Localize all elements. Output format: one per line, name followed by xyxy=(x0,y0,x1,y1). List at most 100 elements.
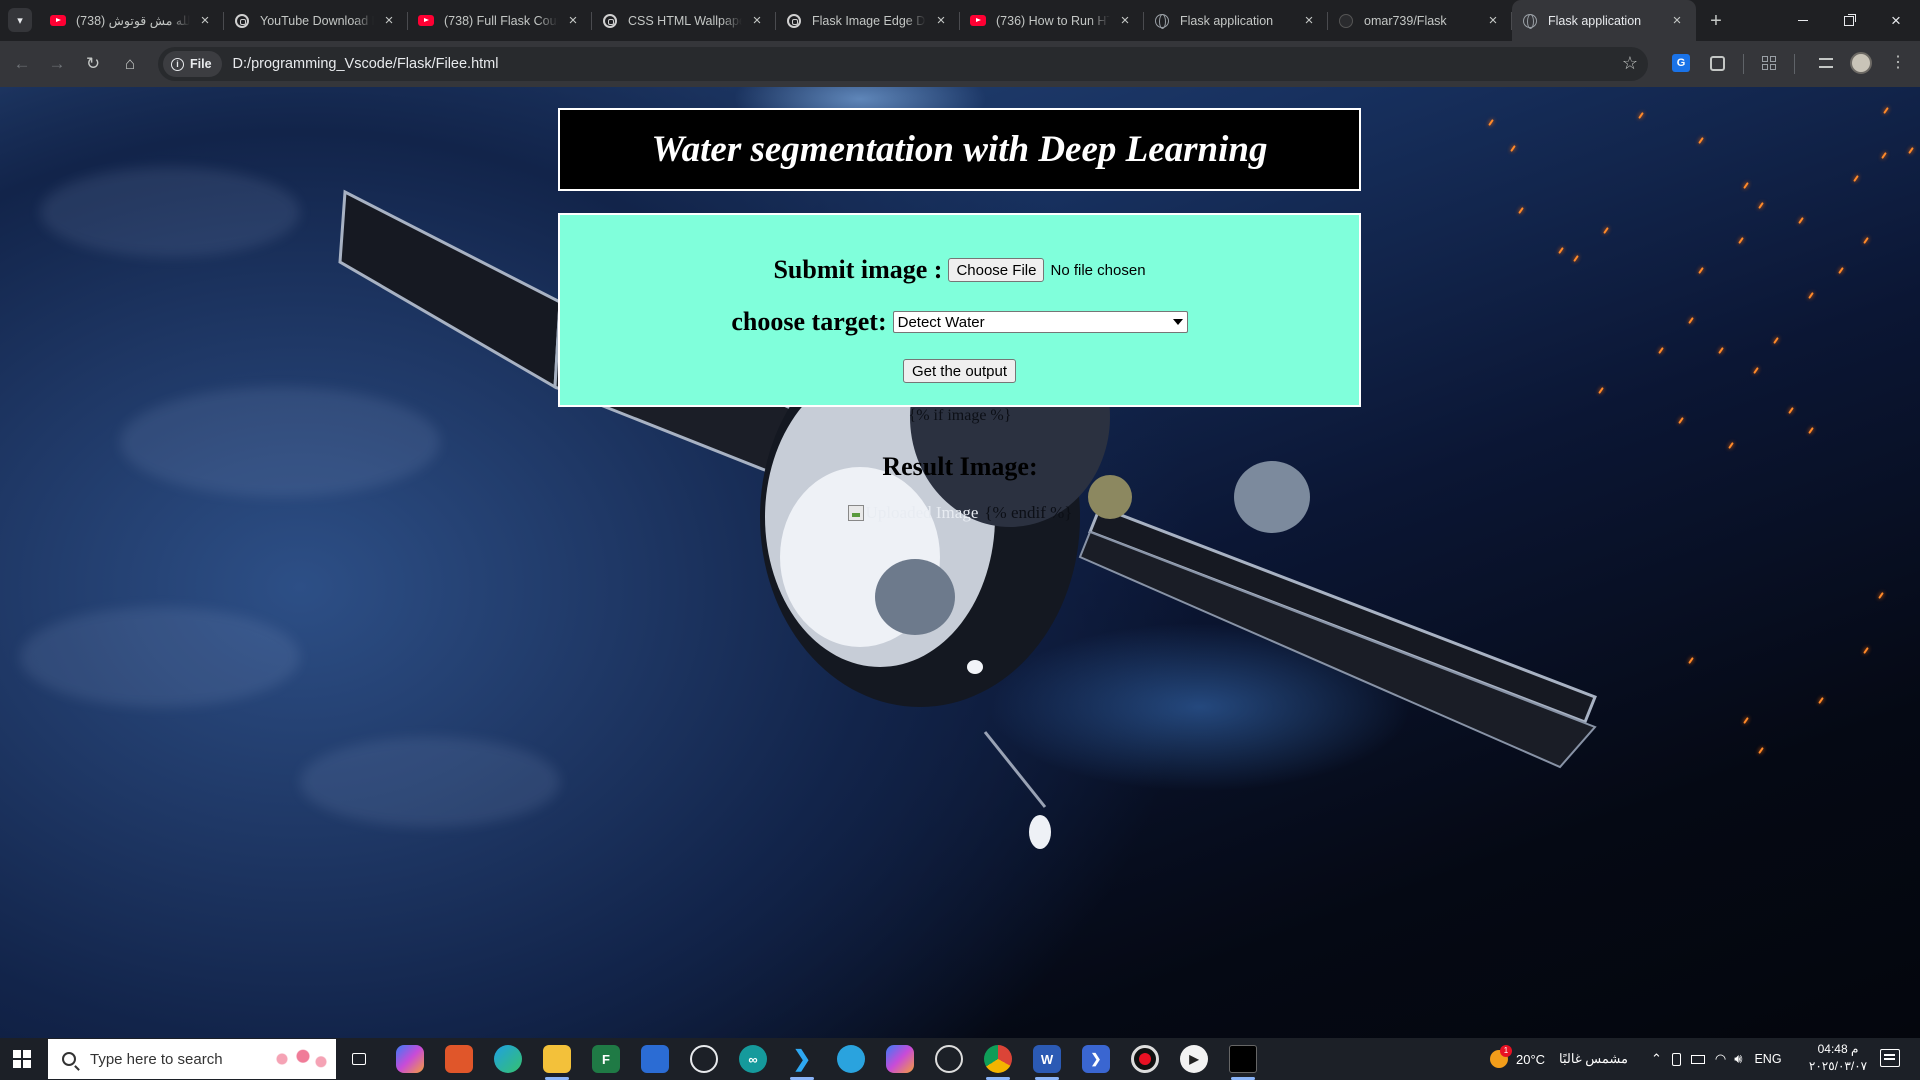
ms-store-widgets-app-icon[interactable] xyxy=(445,1045,473,1073)
tab-title: Flask application xyxy=(1548,13,1642,28)
youtube-icon xyxy=(418,13,434,29)
chatgpt-icon xyxy=(234,13,250,29)
tab-title: (738) Full Flask Course xyxy=(444,13,558,28)
home-button[interactable]: ⌂ xyxy=(115,49,145,79)
copilot-secondary-app-icon[interactable] xyxy=(886,1045,914,1073)
store-app-icon[interactable] xyxy=(641,1045,669,1073)
media-controls-button[interactable] xyxy=(1815,52,1837,74)
browser-tab[interactable]: Flask application × xyxy=(1144,0,1328,41)
tab-close-icon[interactable]: × xyxy=(196,12,214,30)
vscode-app-icon[interactable]: ❯ xyxy=(788,1045,816,1073)
volume-icon[interactable]: 🔊︎ xyxy=(1734,1051,1742,1067)
tab-groups-button[interactable] xyxy=(1758,52,1780,74)
tab-title: Flask application xyxy=(1180,13,1274,28)
tab-search-button[interactable]: ▾ xyxy=(8,8,32,32)
taskbar-search-box[interactable]: Type here to search xyxy=(48,1039,336,1079)
minimize-window-button[interactable] xyxy=(1780,0,1826,41)
taskbar-clock[interactable]: 04:48 م ٢٠٢٥/٠٣/٠٧ xyxy=(1800,1041,1876,1075)
whatsapp-app-icon[interactable] xyxy=(690,1045,718,1073)
tab-close-icon[interactable]: × xyxy=(748,12,766,30)
browser-tab[interactable]: YouTube Download Bot × xyxy=(224,0,408,41)
weather-widget[interactable]: 1 20°C مشمس غالبًا xyxy=(1490,1038,1628,1080)
tab-close-icon[interactable]: × xyxy=(1484,12,1502,30)
upload-form: Submit image : Choose File No file chose… xyxy=(558,213,1361,407)
close-window-button[interactable]: × xyxy=(1873,0,1919,41)
tab-close-icon[interactable]: × xyxy=(1668,12,1686,30)
edge-app-icon[interactable] xyxy=(494,1045,522,1073)
site-info-label: File xyxy=(190,57,212,71)
close-icon: × xyxy=(1891,10,1901,30)
forward-button[interactable]: → xyxy=(42,49,72,79)
taskbar-search-placeholder: Type here to search xyxy=(90,1050,223,1068)
browser-tab[interactable]: (738) Full Flask Course × xyxy=(408,0,592,41)
browser-tab[interactable]: (736) How to Run HTML × xyxy=(960,0,1144,41)
home-icon: ⌂ xyxy=(124,54,136,73)
notification-center-icon[interactable] xyxy=(1880,1049,1900,1067)
search-icon xyxy=(62,1052,76,1066)
tab-close-icon[interactable]: × xyxy=(1116,12,1134,30)
clock-date: ٢٠٢٥/٠٣/٠٧ xyxy=(1808,1059,1868,1073)
result-row: Uploaded Image {% endif %} xyxy=(0,503,1920,523)
media-player-app-icon[interactable]: ▶ xyxy=(1180,1045,1208,1073)
terminal-app-icon[interactable] xyxy=(1229,1045,1257,1073)
file-explorer-app-icon[interactable] xyxy=(543,1045,571,1073)
arrow-right-icon: → xyxy=(48,54,66,73)
extensions-button[interactable] xyxy=(1706,52,1728,74)
page-viewport: Water segmentation with Deep Learning Su… xyxy=(0,87,1920,1038)
get-output-button[interactable]: Get the output xyxy=(902,359,1017,383)
address-bar[interactable]: i File D:/programming_Vscode/Flask/Filee… xyxy=(158,47,1648,81)
word-app-icon[interactable]: W xyxy=(1033,1045,1061,1073)
choose-target-label: choose target: xyxy=(731,307,887,336)
battery-icon[interactable] xyxy=(1690,1054,1705,1064)
result-image: Uploaded Image xyxy=(847,503,978,523)
chrome-menu-button[interactable]: ⋮ xyxy=(1887,52,1909,74)
chrome-app-icon[interactable] xyxy=(984,1045,1012,1073)
profile-button[interactable] xyxy=(1850,52,1872,74)
back-button[interactable]: ← xyxy=(7,49,37,79)
page-header: Water segmentation with Deep Learning xyxy=(558,108,1361,191)
browser-tab[interactable]: CSS HTML Wallpaper × xyxy=(592,0,776,41)
more-vert-icon: ⋮ xyxy=(1890,54,1906,71)
chevron-up-icon[interactable]: ⌃ xyxy=(1651,1051,1662,1067)
arduino-app-icon[interactable]: ∞ xyxy=(739,1045,767,1073)
telegram-app-icon[interactable] xyxy=(837,1045,865,1073)
task-view-button[interactable] xyxy=(345,1045,373,1073)
restore-window-button[interactable] xyxy=(1826,0,1872,41)
language-indicator[interactable]: ENG xyxy=(1754,1052,1781,1066)
chatgpt-icon xyxy=(602,13,618,29)
windows-start-icon[interactable] xyxy=(13,1050,31,1068)
choose-file-button[interactable]: Choose File xyxy=(948,258,1045,282)
copilot-app-icon[interactable] xyxy=(396,1045,424,1073)
file-status-text: No file chosen xyxy=(1050,261,1146,279)
youtube-icon xyxy=(50,13,66,29)
tab-close-icon[interactable]: × xyxy=(380,12,398,30)
browser-tab[interactable]: Flask application × xyxy=(1512,0,1696,41)
bookmark-star-icon[interactable]: ☆ xyxy=(1622,53,1638,74)
record-dot-icon xyxy=(1139,1053,1151,1065)
browser-tab[interactable]: Flask Image Edge Det × xyxy=(776,0,960,41)
browser-tab[interactable]: omar739/Flask × xyxy=(1328,0,1512,41)
target-select[interactable]: Detect Water xyxy=(892,311,1188,333)
excel-like-app-icon[interactable]: F xyxy=(592,1045,620,1073)
search-highlight-flowers-icon xyxy=(270,1045,330,1073)
tab-close-icon[interactable]: × xyxy=(564,12,582,30)
tab-close-icon[interactable]: × xyxy=(932,12,950,30)
chatgpt-app-icon[interactable] xyxy=(935,1045,963,1073)
tab-title: (738) والله مش قوتوش xyxy=(76,14,190,28)
tab-title: YouTube Download Bot xyxy=(260,13,374,28)
tab-close-icon[interactable]: × xyxy=(1300,12,1318,30)
reload-button[interactable]: ↻ xyxy=(78,49,108,79)
chevron-down-icon xyxy=(1172,319,1183,325)
new-tab-button[interactable]: + xyxy=(1703,8,1729,34)
record-app-icon[interactable] xyxy=(1131,1045,1159,1073)
site-info-chip[interactable]: i File xyxy=(163,51,222,77)
tab-list: (738) والله مش قوتوش×YouTube Download Bo… xyxy=(40,0,1696,41)
powershell-app-icon[interactable]: ❯ xyxy=(1082,1045,1110,1073)
address-url[interactable]: D:/programming_Vscode/Flask/Filee.html xyxy=(233,56,499,72)
wifi-icon[interactable]: ◠ xyxy=(1715,1051,1726,1067)
info-icon: i xyxy=(171,57,184,71)
browser-tab[interactable]: (738) والله مش قوتوش × xyxy=(40,0,224,41)
phone-link-icon[interactable] xyxy=(1671,1052,1681,1066)
browser-toolbar: ← → ↻ ⌂ i File D:/programming_Vscode/Fla… xyxy=(0,41,1920,87)
translate-extension-button[interactable]: G xyxy=(1670,52,1692,74)
